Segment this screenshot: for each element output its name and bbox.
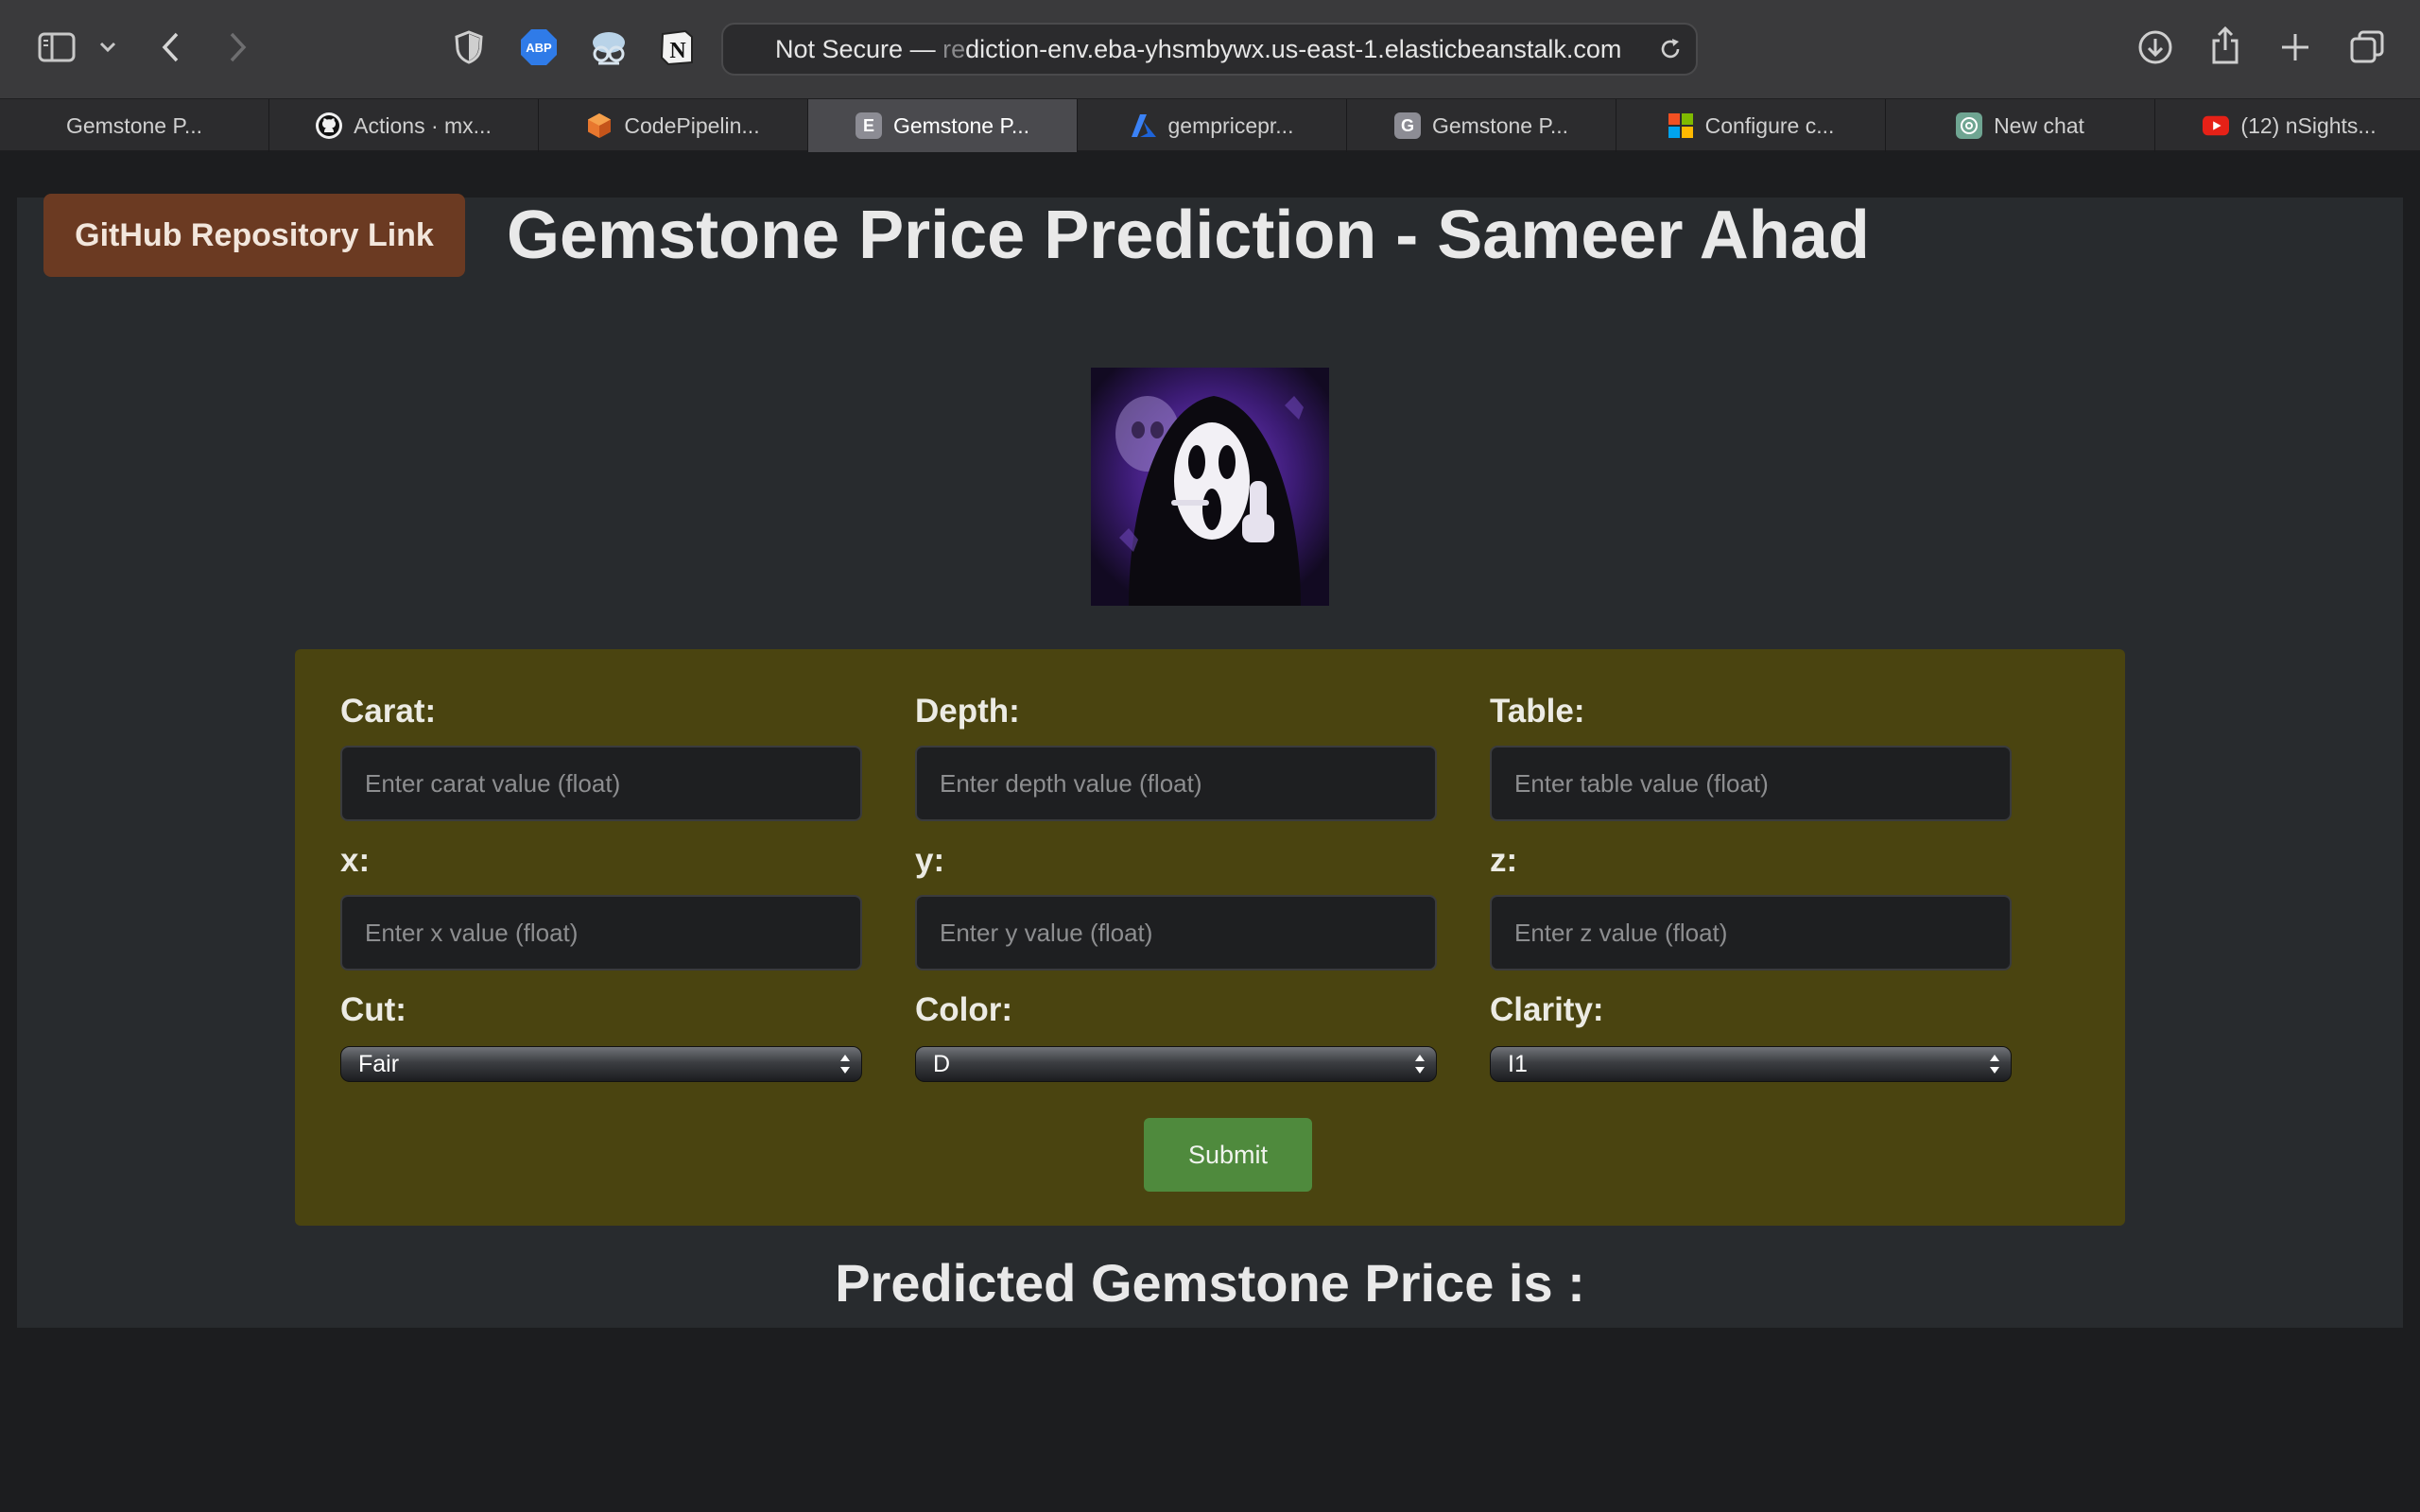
letter-e-icon: E — [855, 112, 882, 139]
tab-label: New chat — [1994, 112, 2084, 138]
notion-icon[interactable]: N — [658, 28, 696, 66]
page-body: GitHub Repository Link Gemstone Price Pr… — [17, 194, 2403, 1328]
github-icon — [316, 112, 343, 139]
tab-label: Actions · mx... — [354, 112, 492, 138]
microsoft-icon — [1668, 112, 1694, 139]
forward-icon[interactable] — [225, 28, 251, 66]
tab-codepipeline[interactable]: CodePipelin... — [539, 99, 808, 152]
color-select-value: D — [933, 1051, 951, 1077]
chatgpt-icon — [1956, 112, 1983, 139]
carat-label: Carat: — [340, 693, 437, 730]
svg-text:N: N — [669, 39, 686, 63]
address-bar[interactable]: Not Secure — rediction-env.eba-yhsmbywx.… — [721, 23, 1698, 76]
y-label: y: — [915, 842, 945, 879]
url-faded-part: re — [935, 35, 966, 63]
tab-new-chat[interactable]: New chat — [1886, 99, 2155, 152]
x-input[interactable] — [340, 895, 862, 971]
z-input[interactable] — [1490, 895, 2012, 971]
cut-label: Cut: — [340, 991, 406, 1028]
clarity-label: Clarity: — [1490, 991, 1604, 1028]
download-icon[interactable] — [2136, 28, 2174, 66]
tab-label: Gemstone P... — [892, 112, 1030, 138]
color-label: Color: — [915, 991, 1013, 1028]
tab-gemstone-g[interactable]: G Gemstone P... — [1347, 99, 1616, 152]
privacy-shield-icon[interactable] — [452, 28, 486, 66]
cut-select-value: Fair — [358, 1051, 400, 1077]
reload-icon[interactable] — [1657, 36, 1684, 62]
tab-label: Gemstone P... — [65, 112, 203, 138]
y-input[interactable] — [915, 895, 1437, 971]
z-label: z: — [1490, 842, 1518, 879]
back-icon[interactable] — [157, 28, 183, 66]
tab-label: Gemstone P... — [1431, 112, 1569, 138]
depth-input[interactable] — [915, 746, 1437, 821]
tab-gemstone-1[interactable]: Gemstone P... — [0, 99, 269, 152]
web-viewport: GitHub Repository Link Gemstone Price Pr… — [0, 152, 2420, 1512]
tab-gemstone-active[interactable]: E Gemstone P... — [808, 99, 1078, 152]
select-arrows-icon — [840, 1055, 850, 1074]
page-title: Gemstone Price Prediction - Sameer Ahad — [507, 198, 1870, 273]
tab-bar: Gemstone P... Actions · mx... CodePipeli… — [0, 98, 2420, 152]
adblock-icon[interactable]: ABP — [520, 28, 558, 66]
tab-overview-icon[interactable] — [2348, 28, 2386, 66]
tab-github-actions[interactable]: Actions · mx... — [269, 99, 539, 152]
color-select[interactable]: D — [915, 1046, 1437, 1082]
x-label: x: — [340, 842, 371, 879]
azure-icon — [1131, 112, 1157, 139]
submit-button[interactable]: Submit — [1144, 1118, 1312, 1192]
letter-g-icon: G — [1393, 112, 1421, 139]
cut-select[interactable]: Fair — [340, 1046, 862, 1082]
svg-text:ABP: ABP — [526, 41, 552, 55]
chevron-down-icon[interactable] — [96, 36, 119, 59]
clarity-select[interactable]: I1 — [1490, 1046, 2012, 1082]
tab-label: gempricepr... — [1167, 112, 1294, 138]
share-icon[interactable] — [2208, 25, 2242, 66]
url-text: diction-env.eba-yhsmbywx.us-east-1.elast… — [965, 35, 1622, 63]
table-input[interactable] — [1490, 746, 2012, 821]
tab-azure[interactable]: gempricepr... — [1078, 99, 1347, 152]
carat-input[interactable] — [340, 746, 862, 821]
tab-youtube[interactable]: (12) nSights... — [2155, 99, 2420, 152]
select-arrows-icon — [1415, 1055, 1425, 1074]
sidebar-icon[interactable] — [36, 30, 78, 64]
aws-codepipeline-icon — [586, 112, 613, 139]
tab-configure[interactable]: Configure c... — [1616, 99, 1886, 152]
new-tab-icon[interactable] — [2278, 30, 2312, 64]
profile-image — [1091, 368, 1329, 606]
address-url: Not Secure — rediction-env.eba-yhsmbywx.… — [775, 25, 1645, 74]
tab-label: Configure c... — [1704, 112, 1835, 138]
github-repository-link[interactable]: GitHub Repository Link — [43, 194, 465, 277]
browser-toolbar: ABP N Not Secure — rediction-env.eba-yhs… — [0, 0, 2420, 98]
depth-label: Depth: — [915, 693, 1020, 730]
table-label: Table: — [1490, 693, 1585, 730]
extension-owl-icon[interactable] — [588, 28, 630, 68]
select-arrows-icon — [1990, 1055, 1999, 1074]
prediction-result: Predicted Gemstone Price is : — [835, 1253, 1585, 1313]
security-label: Not Secure — — [775, 35, 936, 63]
clarity-select-value: I1 — [1508, 1051, 1528, 1077]
prediction-form: Carat: Depth: Table: x: y: z: Cut: Fair … — [295, 649, 2125, 1226]
tab-label: (12) nSights... — [2240, 112, 2377, 138]
tab-label: CodePipelin... — [624, 112, 760, 138]
youtube-icon — [2203, 112, 2230, 139]
